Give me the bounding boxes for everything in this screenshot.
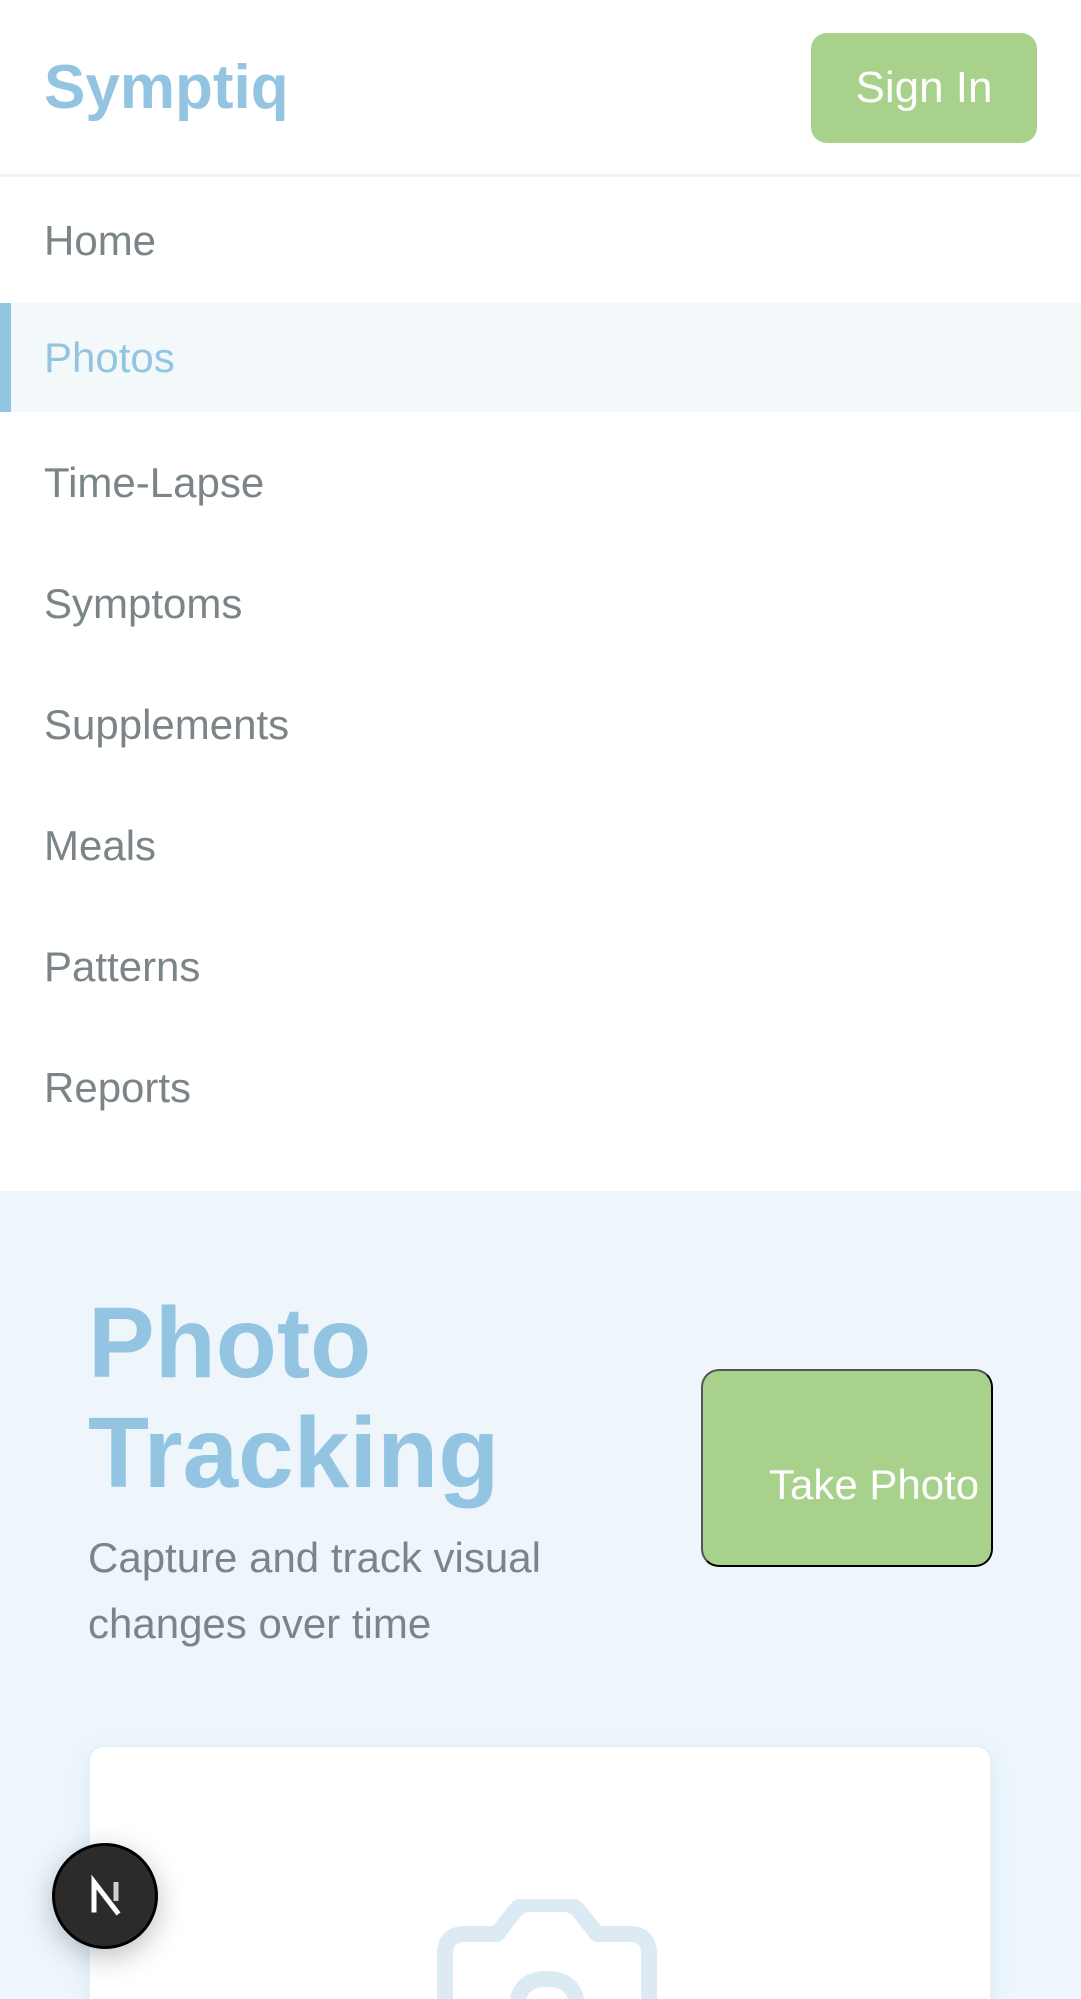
nav-item-supplements[interactable]: Supplements [0, 664, 1081, 785]
photo-tracking-hero: Photo Tracking Capture and track visual … [0, 1191, 1081, 1999]
page-subtitle: Capture and track visual changes over ti… [88, 1534, 541, 1647]
nav-item-photos[interactable]: Photos [0, 303, 1081, 412]
nav-item-time-lapse[interactable]: Time-Lapse [0, 422, 1081, 543]
nav-item-reports[interactable]: Reports [0, 1027, 1081, 1148]
photo-empty-card [88, 1745, 992, 1999]
take-photo-button[interactable]: Take Photo [701, 1369, 993, 1567]
main-nav: Home Photos Time-Lapse Symptoms Suppleme… [0, 180, 1081, 1148]
nextjs-dev-badge[interactable] [52, 1843, 158, 1949]
nav-item-meals[interactable]: Meals [0, 785, 1081, 906]
brand-logo[interactable]: Symptiq [44, 50, 289, 126]
page-title: Photo Tracking [88, 1287, 500, 1509]
app-page: Symptiq Sign In Home Photos Time-Lapse S… [0, 0, 1081, 1999]
camera-icon [437, 1899, 657, 1999]
nav-item-symptoms[interactable]: Symptoms [0, 543, 1081, 664]
nav-item-patterns[interactable]: Patterns [0, 906, 1081, 1027]
nextjs-logo-icon [91, 1874, 121, 1916]
sign-in-button[interactable]: Sign In [811, 33, 1037, 143]
nav-item-home[interactable]: Home [0, 180, 1081, 301]
top-header: Symptiq Sign In [0, 0, 1081, 177]
